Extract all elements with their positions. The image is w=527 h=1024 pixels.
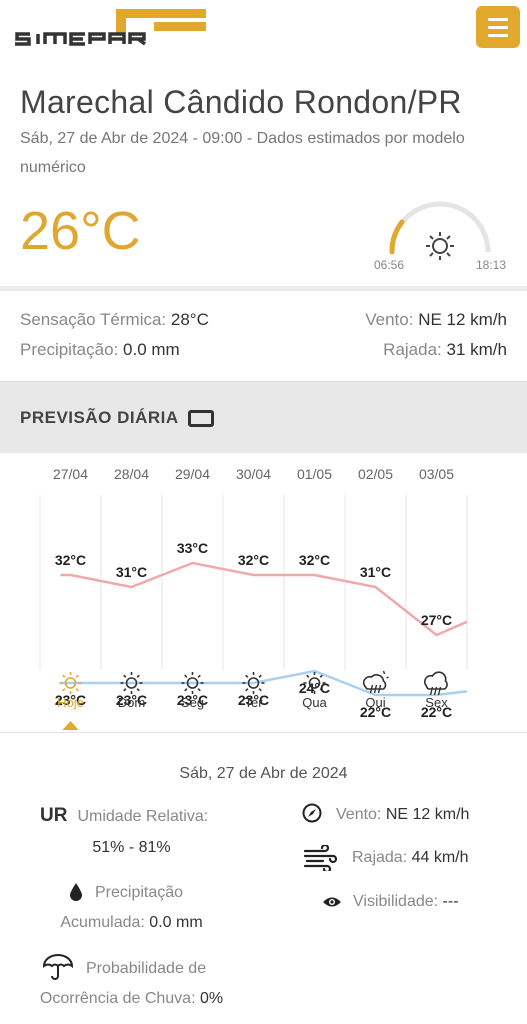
hamburger-menu-icon [488, 17, 508, 21]
date-label: 01/05 [297, 466, 332, 482]
divider [0, 732, 527, 733]
sunset-time: 18:13 [476, 258, 507, 272]
day-label[interactable]: Qui [365, 695, 385, 710]
accumulated-precip: Acumulada: 0.0 mm [60, 914, 203, 931]
app-header [0, 0, 527, 60]
forecast-timestamp: Sáb, 27 de Abr de 2024 - 09:00 - Dados e… [20, 130, 465, 176]
detail-date: Sáb, 27 de Abr de 2024 [179, 765, 348, 782]
date-label: 28/04 [114, 466, 149, 482]
rain-probability-label: Probabilidade de [86, 960, 207, 977]
data-label-max: 32°C [299, 552, 330, 568]
day-label[interactable]: Dom [118, 695, 145, 710]
date-label: 30/04 [236, 466, 271, 482]
menu-button[interactable] [476, 6, 520, 48]
current-temperature: 26°C [20, 201, 141, 261]
data-label-max: 32°C [55, 552, 86, 568]
selected-day-caret [62, 721, 79, 730]
date-label: 03/05 [419, 466, 454, 482]
detail-wind: Vento: NE 12 km/h [336, 806, 470, 823]
data-label-max: 32°C [238, 552, 269, 568]
sun-rain-icon [362, 670, 389, 694]
wind: Vento: NE 12 km/h [365, 310, 507, 329]
daily-forecast-header: PREVISÃO DIÁRIA [0, 381, 527, 453]
humidity-value: 51% - 81% [92, 839, 171, 856]
date-label: 27/04 [53, 466, 88, 482]
sunrise-time: 06:56 [374, 258, 405, 272]
section-title: PREVISÃO DIÁRIA [20, 408, 179, 427]
day-label[interactable]: Qua [302, 695, 327, 710]
data-label-max: 31°C [116, 564, 147, 580]
data-label-max: 31°C [360, 564, 391, 580]
divider [0, 286, 527, 291]
data-label-max: 27°C [421, 612, 452, 628]
accumulated-precip-label: Precipitação [95, 884, 184, 901]
drop-icon [70, 883, 82, 901]
cloud-rain-icon [423, 671, 448, 696]
detail-gust: Rajada: 44 km/h [352, 849, 469, 866]
compass-icon [302, 803, 322, 823]
city-title: Marechal Cândido Rondon/PR [20, 84, 462, 120]
humidity-label: UR Umidade Relativa: [40, 805, 209, 826]
visibility: Visibilidade: --- [353, 893, 459, 910]
rain-probability: Ocorrência de Chuva: 0% [39, 990, 224, 1007]
data-label-max: 33°C [177, 540, 208, 556]
table-view-icon[interactable] [188, 410, 214, 427]
daily-forecast-chart: 27/04 28/04 29/04 30/04 01/05 02/05 03/05 32°C 3… [39, 466, 468, 730]
day-label[interactable]: Sex [425, 695, 448, 710]
day-label[interactable]: Hoje [57, 695, 84, 710]
day-label[interactable]: Seg [181, 695, 204, 710]
sun-icon [426, 232, 454, 260]
date-label: 02/05 [358, 466, 393, 482]
precipitation: Precipitação: 0.0 mm [20, 340, 180, 359]
eye-icon [323, 897, 341, 907]
umbrella-icon [42, 954, 74, 980]
wind-gust: Rajada: 31 km/h [383, 340, 507, 359]
wind-gust-icon [303, 845, 338, 871]
day-label[interactable]: Ter [244, 695, 263, 710]
feels-like: Sensação Térmica: 28°C [20, 310, 209, 329]
simepar-logo[interactable] [14, 8, 209, 50]
date-label: 29/04 [175, 466, 210, 482]
